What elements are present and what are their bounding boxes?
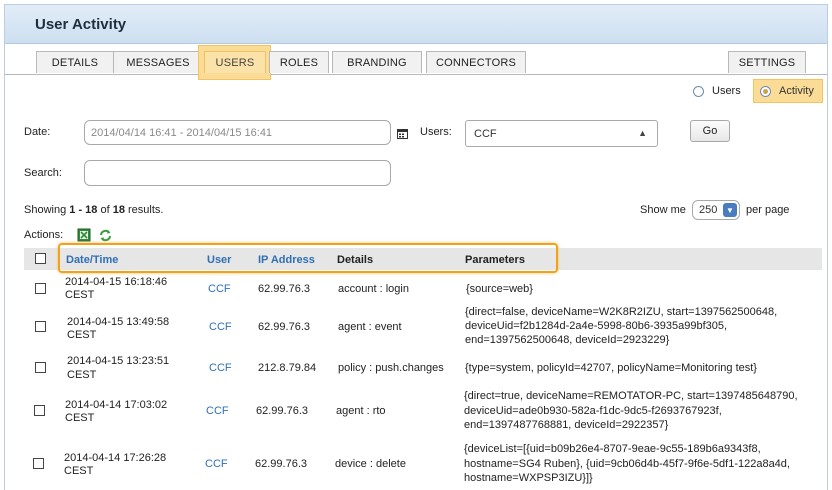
row-params-line: hostname=SG4 Ruben}, {uid=9cb06d4b-45f7-… [464, 458, 790, 470]
users-select-value: CCF [474, 127, 497, 140]
row-details: account : login [338, 283, 409, 295]
show-me-label: Show me [640, 204, 686, 216]
row-checkbox[interactable] [35, 321, 46, 332]
activity-radio-label: Activity [779, 85, 814, 97]
row-timezone: CEST [64, 465, 94, 477]
row-date: 2014-04-14 17:26:28 [64, 452, 167, 464]
activity-radio[interactable] [760, 86, 771, 97]
row-checkbox[interactable] [34, 405, 45, 416]
row-ip: 62.99.76.3 [258, 321, 310, 333]
row-params-line: hostname=WXPSP3IZU}]} [464, 472, 593, 484]
tab-roles[interactable]: ROLES [269, 51, 329, 73]
column-header-parameters: Parameters [465, 254, 525, 266]
export-excel-icon[interactable] [77, 228, 91, 242]
results-total: 18 [112, 204, 125, 216]
page-size-value: 250 [699, 204, 718, 216]
row-details: policy : push.changes [338, 362, 444, 374]
column-header-details: Details [337, 254, 374, 266]
tab-settings[interactable]: SETTINGS [728, 51, 806, 73]
row-params: {source=web} [466, 283, 533, 295]
row-timezone: CEST [67, 329, 97, 341]
row-date: 2014-04-15 13:49:58 [67, 316, 170, 328]
per-page-label: per page [746, 204, 790, 216]
row-user-link[interactable]: CCF [209, 321, 232, 334]
row-params-line: deviceUid=f2b1284d-2a4e-5998-80b6-3935a9… [465, 320, 728, 332]
row-params-line: {direct=false, deviceName=W2K8R2IZU, sta… [465, 306, 778, 318]
users-filter-label: Users: [420, 126, 452, 138]
title-bar: User Activity [5, 5, 827, 44]
tab-details[interactable]: DETAILS [36, 51, 114, 73]
column-header-ip-address[interactable]: IP Address [258, 254, 315, 266]
chevron-down-icon: ▼ [723, 203, 737, 217]
tab-bar: DETAILS MESSAGES USERS ROLES BRANDING CO… [5, 45, 827, 80]
row-timezone: CEST [65, 412, 95, 424]
tab-users[interactable]: USERS [204, 51, 266, 73]
actions-label: Actions: [24, 229, 64, 241]
row-ip: 62.99.76.3 [258, 283, 310, 295]
row-details: agent : event [338, 321, 402, 333]
date-range-input[interactable]: 2014/04/14 16:41 - 2014/04/15 16:41 [84, 120, 391, 145]
tab-connectors[interactable]: CONNECTORS [426, 51, 526, 73]
page-size-select[interactable]: 250 ▼ [692, 200, 740, 220]
row-checkbox[interactable] [35, 283, 46, 294]
row-params-line: end=1397487768881, deviceId=2922357} [464, 419, 669, 431]
go-button[interactable]: Go [690, 120, 730, 142]
tab-branding[interactable]: BRANDING [332, 51, 422, 73]
users-select[interactable]: CCF ▲ [465, 120, 658, 147]
row-params: {type=system, policyId=42707, policyName… [465, 362, 757, 374]
row-user-link[interactable]: CCF [206, 405, 229, 418]
row-ip: 212.8.79.84 [258, 362, 317, 374]
column-header-user[interactable]: User [207, 254, 231, 266]
users-radio-label: Users [712, 85, 741, 97]
row-user-link[interactable]: CCF [205, 458, 228, 471]
row-user-link[interactable]: CCF [208, 283, 231, 296]
window-title: User Activity [35, 16, 127, 33]
row-params-line: {direct=true, deviceName=REMOTATOR-PC, s… [464, 390, 798, 402]
row-date: 2014-04-15 13:23:51 [67, 355, 170, 367]
row-checkbox[interactable] [33, 458, 44, 469]
row-timezone: CEST [65, 289, 95, 301]
users-radio[interactable] [693, 86, 704, 97]
row-details: device : delete [335, 458, 406, 470]
column-header-datetime[interactable]: Date/Time [66, 254, 118, 266]
row-ip: 62.99.76.3 [255, 458, 307, 470]
table-header: Date/Time User IP Address Details Parame… [24, 248, 822, 270]
calendar-icon[interactable] [397, 126, 408, 139]
row-user-link[interactable]: CCF [209, 362, 232, 375]
refresh-icon[interactable] [98, 228, 113, 243]
row-date: 2014-04-14 17:03:02 [65, 399, 168, 411]
row-date: 2014-04-15 16:18:46 [65, 276, 168, 288]
search-label: Search: [24, 167, 62, 179]
row-checkbox[interactable] [35, 362, 46, 373]
row-timezone: CEST [67, 369, 97, 381]
row-params-line: deviceUid=ade0b930-582a-f1dc-9dc5-f26937… [464, 405, 722, 417]
row-details: agent : rto [336, 405, 386, 417]
search-input[interactable] [84, 160, 391, 186]
results-summary: Showing 1 - 18 of 18 results. [24, 204, 164, 216]
select-all-checkbox[interactable] [35, 253, 46, 264]
dropdown-arrow-icon: ▲ [638, 128, 647, 138]
row-params-line: end=1397562500648, deviceId=2923229} [465, 334, 670, 346]
date-label: Date: [24, 126, 51, 138]
row-ip: 62.99.76.3 [256, 405, 308, 417]
tab-messages[interactable]: MESSAGES [113, 51, 203, 73]
row-params-line: {deviceList=[{uid=b09b26e4-8707-9eae-9c5… [464, 443, 761, 455]
results-range: 1 - 18 [69, 204, 98, 216]
